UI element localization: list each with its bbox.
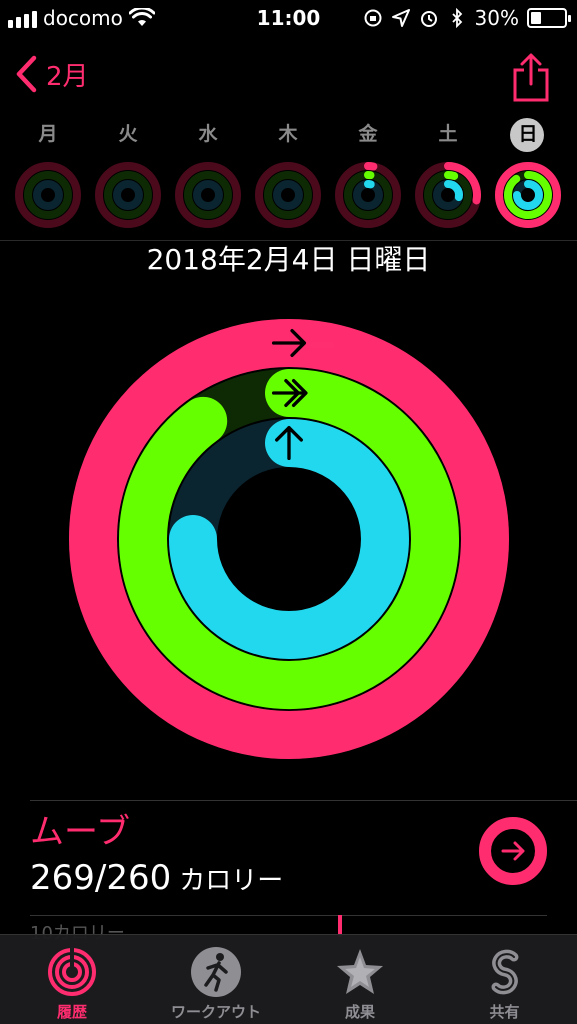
day-3[interactable]: 木: [248, 118, 328, 238]
day-6[interactable]: 日: [488, 118, 568, 238]
day-activity-rings: [415, 162, 481, 228]
battery-level-fill: [531, 12, 541, 24]
tab-sharing[interactable]: 共有: [432, 935, 577, 1024]
stand-ring-progress: [444, 180, 463, 202]
location-arrow-icon: [391, 9, 410, 27]
stand-ring-track: [33, 180, 63, 210]
screen-lock-rotation-icon: [364, 9, 382, 27]
day-label: 月: [38, 123, 58, 145]
day-4[interactable]: 金: [328, 118, 408, 238]
tab-workout[interactable]: ワークアウト: [144, 935, 288, 1024]
tab-awards-label: 成果: [344, 1003, 375, 1021]
day-label: 火: [118, 123, 138, 145]
award-star-icon: [337, 949, 383, 994]
tab-bar: 履歴 ワークアウト 成果 共有: [0, 934, 577, 1024]
arrow-right-icon: [501, 841, 525, 861]
day-label: 木: [278, 123, 298, 145]
activity-rings-icon: [48, 947, 96, 996]
day-label: 金: [358, 123, 378, 145]
day-activity-rings: [495, 162, 561, 228]
tab-workout-label: ワークアウト: [170, 1003, 261, 1021]
battery-percentage: 30%: [474, 6, 519, 30]
chevron-left-icon: [16, 55, 37, 93]
move-value-row: 269/260 カロリー: [30, 856, 283, 903]
tab-sharing-label: 共有: [489, 1003, 520, 1021]
status-right: 30%: [363, 6, 571, 30]
day-label: 土: [438, 123, 458, 145]
exercise-ring-progress: [444, 171, 459, 180]
week-selector: 月火水木金土日: [0, 118, 577, 238]
back-button[interactable]: 2月: [14, 54, 89, 94]
day-activity-rings: [15, 162, 81, 228]
move-calories-unit: カロリー: [179, 866, 284, 896]
day-5[interactable]: 土: [408, 118, 488, 238]
day-1[interactable]: 火: [88, 118, 168, 238]
stand-ring-track: [113, 180, 143, 210]
battery-icon: [527, 8, 571, 28]
move-ring-button[interactable]: [478, 816, 548, 886]
activity-rings: [69, 319, 509, 759]
move-ring-progress: [364, 162, 378, 171]
back-button-label: 2月: [46, 61, 89, 92]
sharing-s-icon: [491, 949, 518, 995]
move-ring-overflow: [524, 162, 538, 171]
divider: [30, 800, 577, 801]
share-icon[interactable]: [511, 52, 551, 102]
day-2[interactable]: 水: [168, 118, 248, 238]
alarm-clock-icon: [420, 11, 437, 27]
date-title: 2018年2月4日 日曜日: [146, 243, 431, 276]
tab-awards[interactable]: 成果: [288, 935, 432, 1024]
running-figure-icon: [191, 947, 241, 997]
day-activity-rings: [175, 162, 241, 228]
stand-ring-track: [273, 180, 303, 210]
status-bar: docomo 11:00 30%: [0, 0, 577, 40]
day-activity-rings: [255, 162, 321, 228]
stand-ring-track: [193, 180, 223, 210]
day-0[interactable]: 月: [8, 118, 88, 238]
tab-history[interactable]: 履歴: [0, 935, 144, 1024]
divider: [30, 915, 547, 916]
tab-history-label: 履歴: [56, 1003, 87, 1021]
move-title: ムーブ: [30, 812, 130, 852]
day-label: 日: [518, 123, 538, 145]
move-calories-value: 269/260: [30, 858, 172, 898]
bluetooth-icon: [451, 8, 462, 28]
day-label: 水: [198, 123, 218, 145]
day-activity-rings: [335, 162, 401, 228]
day-activity-rings: [95, 162, 161, 228]
navigation-bar: 2月: [0, 44, 577, 108]
